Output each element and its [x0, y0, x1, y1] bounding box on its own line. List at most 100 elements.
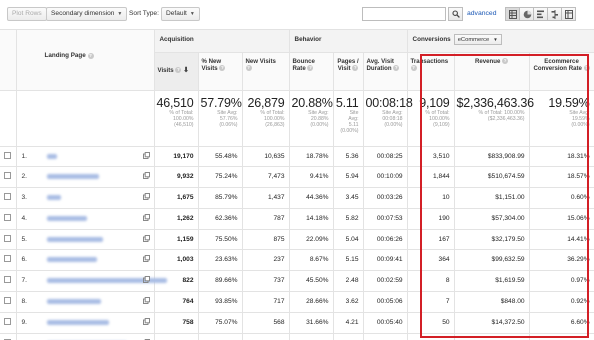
search-input[interactable] [362, 7, 446, 21]
redacted-landing-page-link[interactable] [46, 174, 99, 180]
open-page-icon[interactable] [142, 255, 150, 263]
redacted-landing-page-link[interactable] [46, 215, 87, 221]
open-page-icon[interactable] [142, 172, 150, 180]
advanced-search-link[interactable]: advanced [467, 10, 496, 17]
row-checkbox[interactable] [4, 172, 12, 180]
visits-column-header[interactable]: Visits ? ⬇ [154, 52, 199, 91]
landing-page-cell: 10. [16, 333, 155, 340]
help-icon[interactable]: ? [583, 65, 590, 72]
sort-type-dropdown[interactable]: Default ▼ [161, 7, 200, 21]
row-number: 9. [21, 318, 28, 326]
pages-visit-cell: 5.15 [333, 249, 364, 272]
help-icon[interactable]: ? [175, 66, 182, 73]
redacted-landing-page-link[interactable] [46, 299, 101, 305]
total-new-visits: 26,879% of Total: 100.00% (26,863) [242, 90, 290, 147]
row-checkbox[interactable] [4, 193, 12, 201]
search-button[interactable] [448, 7, 463, 21]
pages-visit-column-header[interactable]: Pages / Visit ? [333, 52, 364, 91]
redacted-landing-page-link[interactable] [46, 319, 109, 325]
ecommerce-conversion-rate-cell: 36.29% [529, 249, 594, 272]
revenue-cell: $510,674.59 [454, 166, 530, 189]
conversion-type-dropdown[interactable]: eCommerce ▼ [453, 34, 502, 45]
transactions-cell: 190 [407, 208, 455, 230]
plot-rows-button[interactable]: Plot Rows [7, 7, 47, 21]
landing-page-cell: 5. [16, 229, 155, 251]
open-page-icon[interactable] [142, 234, 150, 242]
transactions-column-header[interactable]: Transactions ? [407, 52, 455, 91]
help-icon[interactable]: ? [245, 65, 252, 72]
open-page-icon[interactable] [142, 297, 150, 305]
ecommerce-conversion-rate-cell: 6.60% [529, 312, 594, 334]
table-row: 6. 1,003 23.63% 237 8.67% 5.15 00:09:41 364 $99,… [0, 249, 594, 272]
new-visits-cell: 717 [242, 291, 290, 313]
ecommerce-conversion-rate-column-header[interactable]: Ecommerce Conversion Rate ? [529, 52, 594, 91]
redacted-landing-page-link[interactable] [46, 236, 103, 242]
open-page-icon[interactable] [142, 317, 150, 325]
redacted-landing-page-link[interactable] [46, 153, 57, 159]
total-sub: (0.00%) [340, 127, 359, 134]
comparison-view-button[interactable] [547, 7, 562, 21]
help-icon[interactable]: ? [219, 65, 226, 72]
row-checkbox-cell [0, 249, 17, 272]
revenue-cell: $32,179.50 [454, 229, 530, 251]
data-table-view-button[interactable] [505, 7, 520, 21]
bounce-rate-cell: 14.18% [289, 208, 334, 230]
help-icon[interactable]: ? [352, 65, 359, 72]
landing-page-cell: 4. [16, 208, 155, 230]
avg-visit-duration-column-label: Avg. Visit Duration [366, 57, 394, 73]
data-table-icon [509, 10, 517, 19]
redacted-landing-page-link[interactable] [46, 257, 97, 263]
landing-page-cell: 2. [16, 166, 155, 189]
row-checkbox-cell [0, 146, 17, 168]
report-toolbar: Plot Rows Secondary dimension ▼ Sort Type… [0, 0, 594, 30]
pie-chart-view-button[interactable] [519, 7, 534, 21]
avg-visit-duration-column-header[interactable]: Avg. Visit Duration ? [363, 52, 408, 91]
row-checkbox[interactable] [4, 234, 12, 242]
help-icon[interactable]: ? [393, 65, 400, 72]
open-page-icon[interactable] [142, 193, 150, 201]
total-value: 46,510 [156, 95, 194, 110]
open-page-icon[interactable] [142, 276, 150, 284]
row-checkbox[interactable] [4, 151, 12, 159]
avg-visit-duration-cell: 00:09:41 [363, 249, 408, 272]
table-row: 1. 19,170 55.48% 10,635 18.78% 5.36 00:08:25 3,… [0, 146, 594, 168]
pages-visit-cell: 3.45 [333, 187, 364, 209]
help-icon[interactable]: ? [410, 65, 417, 72]
row-checkbox[interactable] [4, 276, 12, 284]
total-sub: (46,510) [174, 121, 194, 128]
open-page-icon[interactable] [142, 213, 150, 221]
row-checkbox[interactable] [4, 255, 12, 263]
row-checkbox[interactable] [4, 213, 12, 221]
redacted-landing-page-link[interactable] [46, 195, 61, 201]
new-visits-cell: 62 [242, 333, 290, 340]
landing-page-header[interactable]: Landing Page ? [16, 30, 155, 91]
row-checkbox[interactable] [4, 317, 12, 325]
comparison-icon [551, 10, 558, 19]
new-visits-pct-cell: 75.07% [198, 312, 243, 334]
bounce-rate-column-header[interactable]: Bounce Rate ? [289, 52, 334, 91]
new-visits-pct-cell: 23.63% [198, 249, 243, 272]
revenue-column-header[interactable]: Revenue ? [454, 52, 530, 91]
secondary-dimension-dropdown[interactable]: Secondary dimension ▼ [46, 7, 128, 21]
help-icon[interactable]: ? [87, 53, 94, 59]
performance-view-button[interactable] [533, 7, 548, 21]
new-visits-pct-cell: 62.36% [198, 208, 243, 230]
transactions-column-label: Transactions [410, 57, 449, 65]
total-sub: (9,109) [433, 121, 450, 128]
total-value: 26,879 [247, 95, 285, 110]
visits-cell: 19,170 [154, 146, 199, 168]
select-all-header [0, 30, 17, 91]
new-visits-column-header[interactable]: New Visits? [242, 52, 290, 91]
total-sub: (26,863) [265, 121, 285, 128]
new-visits-pct-column-header[interactable]: % New Visits ? [198, 52, 243, 91]
open-page-icon[interactable] [142, 151, 150, 159]
row-checkbox[interactable] [4, 297, 12, 305]
help-icon[interactable]: ? [307, 65, 314, 72]
help-icon[interactable]: ? [502, 57, 509, 64]
row-checkbox-cell [0, 187, 17, 209]
totals-row: 46,510% of Total: 100.00% (46,510) 57.79% S… [0, 90, 594, 147]
row-number: 3. [21, 194, 28, 202]
total-sub: ($2,336,463.36) [487, 115, 525, 122]
row-number: 8. [21, 298, 28, 306]
pivot-view-button[interactable] [561, 7, 576, 21]
